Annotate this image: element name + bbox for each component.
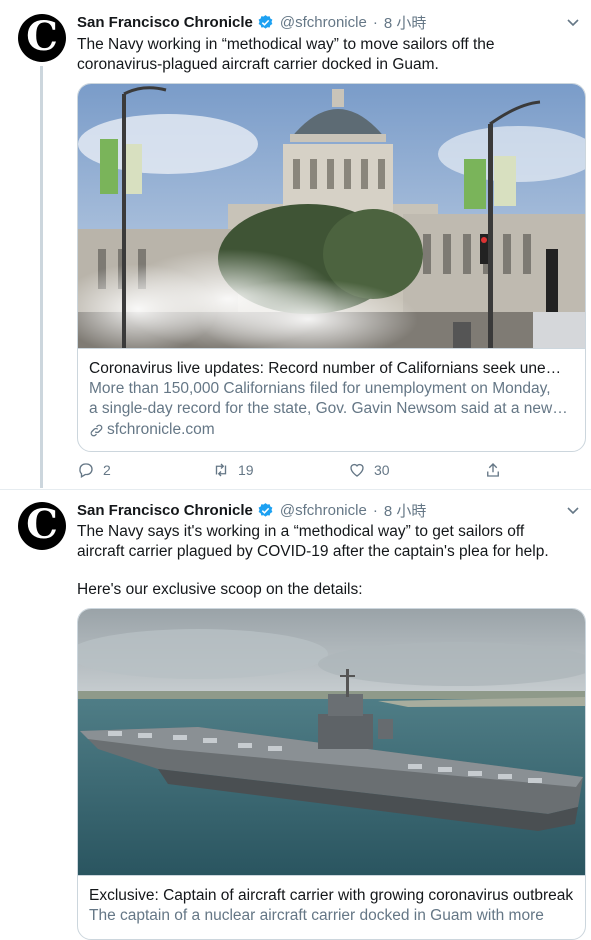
- meta-separator: ·: [372, 501, 378, 519]
- tweet-actions: 2 19 30: [77, 461, 517, 481]
- thread-line: [40, 66, 43, 488]
- reply-button[interactable]: 2: [77, 461, 111, 479]
- tweet-text-line: coronavirus-plagued aircraft carrier doc…: [77, 56, 439, 73]
- author-avatar[interactable]: C: [18, 14, 66, 62]
- tweet-1[interactable]: C San Francisco Chronicle @sfchronicle ·…: [0, 0, 591, 488]
- card-description-line: The captain of a nuclear aircraft carrie…: [89, 907, 544, 924]
- card-body: Coronavirus live updates: Record number …: [78, 349, 585, 450]
- chevron-down-icon[interactable]: [565, 14, 581, 30]
- tweet-2[interactable]: C San Francisco Chronicle @sfchronicle ·…: [0, 490, 591, 940]
- share-icon: [487, 463, 499, 477]
- avatar-letter: C: [26, 14, 58, 60]
- link-card[interactable]: Exclusive: Captain of aircraft carrier w…: [77, 608, 586, 940]
- tweet-text-line: The Navy working in “methodical way” to …: [77, 36, 495, 53]
- tweet-header: San Francisco Chronicle @sfchronicle · 8…: [77, 500, 426, 520]
- retweet-button[interactable]: 19: [212, 461, 254, 479]
- tweet-timestamp[interactable]: 8 小時: [384, 12, 427, 33]
- card-description: The captain of a nuclear aircraft carrie…: [89, 906, 574, 926]
- tweet-header: San Francisco Chronicle @sfchronicle · 8…: [77, 12, 426, 32]
- card-body: Exclusive: Captain of aircraft carrier w…: [78, 876, 585, 936]
- verified-badge-icon: [258, 14, 273, 29]
- link-icon: [90, 424, 103, 436]
- card-domain-text: sfchronicle.com: [107, 421, 215, 438]
- card-description-line: More than 150,000 Californians filed for…: [89, 380, 551, 397]
- like-count: 30: [374, 462, 390, 478]
- tweet-text: The Navy says it's working in a “methodi…: [77, 522, 567, 600]
- card-description-line: a single-day record for the state, Gov. …: [89, 400, 574, 417]
- card-description: More than 150,000 Californians filed for…: [89, 379, 574, 419]
- author-avatar[interactable]: C: [18, 502, 66, 550]
- author-handle[interactable]: @sfchronicle: [280, 14, 367, 31]
- chevron-down-icon[interactable]: [565, 502, 581, 518]
- retweet-count: 19: [238, 462, 254, 478]
- tweet-timestamp[interactable]: 8 小時: [384, 500, 427, 521]
- card-title: Coronavirus live updates: Record number …: [89, 360, 574, 377]
- reply-count: 2: [103, 462, 111, 478]
- card-image: [78, 84, 585, 349]
- reply-icon: [79, 463, 93, 478]
- aircraft-carrier-photo: [78, 609, 585, 875]
- link-card[interactable]: Coronavirus live updates: Record number …: [77, 83, 586, 452]
- meta-separator: ·: [372, 13, 378, 31]
- tweet-text: The Navy working in “methodical way” to …: [77, 35, 567, 75]
- like-button[interactable]: 30: [348, 461, 390, 479]
- verified-badge-icon: [258, 502, 273, 517]
- card-domain: sfchronicle.com: [89, 420, 574, 440]
- author-handle[interactable]: @sfchronicle: [280, 502, 367, 519]
- card-title: Exclusive: Captain of aircraft carrier w…: [89, 887, 574, 904]
- city-hall-photo: [78, 84, 585, 348]
- tweet-text-line: The Navy says it's working in a “methodi…: [77, 523, 525, 540]
- tweet-text-line: aircraft carrier plagued by COVID-19 aft…: [77, 543, 549, 560]
- avatar-letter: C: [26, 502, 58, 548]
- author-name[interactable]: San Francisco Chronicle: [77, 502, 253, 519]
- tweet-text-line: Here's our exclusive scoop on the detail…: [77, 581, 363, 598]
- card-image: [78, 609, 585, 876]
- share-button[interactable]: [484, 461, 502, 479]
- heart-icon: [350, 463, 364, 477]
- retweet-icon: [215, 463, 227, 477]
- author-name[interactable]: San Francisco Chronicle: [77, 14, 253, 31]
